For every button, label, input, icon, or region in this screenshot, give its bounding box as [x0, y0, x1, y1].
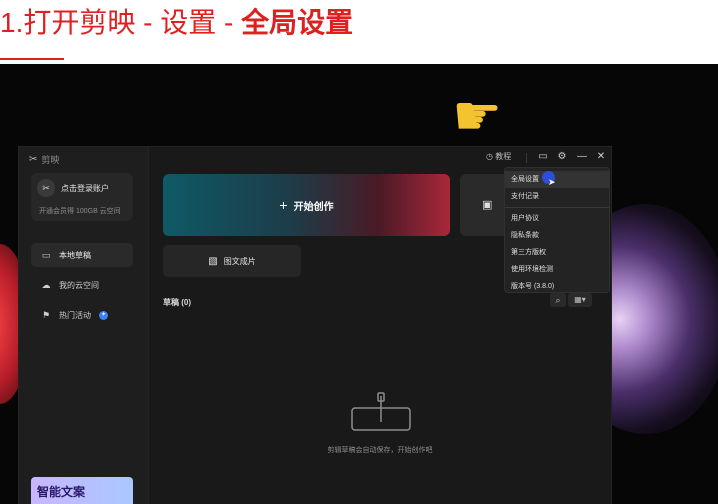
app-logo-text: 剪映 — [41, 155, 60, 165]
view-toggle-icon[interactable]: ▦▾ — [568, 293, 592, 307]
close-icon[interactable]: ✕ — [594, 150, 608, 164]
template-icon: ▣ — [482, 199, 493, 211]
drafts-title: 草稿 (0) — [163, 298, 191, 307]
sidebar-item-cloud-space[interactable]: ☁ 我的云空间 — [31, 273, 133, 297]
menu-item-environment-check[interactable]: 使用环境检测 — [505, 261, 609, 278]
flag-icon: ⚑ — [41, 309, 51, 320]
menu-item-payment-records[interactable]: 支付记录 — [505, 188, 609, 205]
tutorial-help-button[interactable]: ◷ 教程 — [486, 151, 511, 162]
smart-copy-banner[interactable]: 智能文案 — [31, 477, 133, 504]
tutorial-title: 1.打开剪映 - 设置 - 全局设置 — [0, 6, 353, 40]
app-logo: ✂ 剪映 — [29, 153, 59, 166]
promo-banner-text: 智能文案 — [37, 485, 86, 499]
pointing-hand-icon: ☛ — [452, 84, 503, 147]
jianying-logo-icon: ✂ — [29, 154, 38, 165]
tutorial-title-plain: 1.打开剪映 - 设置 - — [0, 7, 242, 38]
sidebar-item-label: 本地草稿 — [59, 250, 91, 260]
cloud-icon: ☁ — [41, 279, 51, 290]
search-icon[interactable]: ⌕ — [550, 293, 566, 307]
plus-icon: + — [279, 197, 288, 213]
titlebar-divider — [526, 153, 527, 163]
menu-item-version[interactable]: 版本号 (3.8.0) — [505, 278, 609, 295]
mouse-cursor-icon: ➤ — [548, 177, 556, 187]
title-underline — [0, 58, 64, 60]
image-text-icon: ▧ — [208, 255, 218, 267]
login-link[interactable]: 点击登录账户 — [61, 183, 109, 194]
menu-item-global-settings[interactable]: 全局设置 — [505, 171, 609, 188]
menu-divider — [505, 207, 609, 208]
image-to-video-button[interactable]: ▧ 图文成片 — [163, 245, 301, 277]
tutorial-title-bold: 全局设置 — [241, 7, 354, 38]
settings-dropdown-menu: 全局设置 支付记录 用户协议 隐私条款 第三方版权 使用环境检测 版本号 (3.… — [504, 167, 610, 293]
help-icon: ◷ — [486, 152, 493, 161]
cloud-space-promo[interactable]: 开通会员得 100GB 云空间 — [39, 206, 121, 216]
minimize-icon[interactable]: — — [575, 150, 589, 164]
empty-drafts-text: 剪辑草稿会自动保存，开始创作吧 — [327, 447, 433, 454]
menu-item-user-agreement[interactable]: 用户协议 — [505, 210, 609, 227]
image-to-video-label: 图文成片 — [223, 256, 256, 266]
tutorial-header: 1.打开剪映 - 设置 - 全局设置 — [0, 0, 718, 64]
sidebar-item-label: 我的云空间 — [59, 280, 99, 290]
sidebar-item-local-drafts[interactable]: ▭ 本地草稿 — [31, 243, 133, 267]
start-create-button[interactable]: + 开始创作 — [163, 174, 450, 236]
start-create-label: 开始创作 — [293, 201, 334, 213]
sidebar-item-hot-events[interactable]: ⚑ 热门活动 ✦ — [31, 303, 133, 327]
menu-item-privacy-policy[interactable]: 隐私条款 — [505, 227, 609, 244]
menu-item-third-party-copyright[interactable]: 第三方版权 — [505, 244, 609, 261]
sidebar: ✂ 剪映 ✂ 点击登录账户 开通会员得 100GB 云空间 ▭ 本地草稿 ☁ 我… — [19, 147, 149, 504]
settings-gear-icon[interactable]: ⚙ — [555, 150, 569, 164]
account-card[interactable]: ✂ 点击登录账户 开通会员得 100GB 云空间 — [31, 173, 133, 221]
feedback-icon[interactable]: ▭ — [536, 150, 550, 164]
help-label: 教程 — [495, 152, 512, 161]
folder-icon: ▭ — [41, 249, 51, 260]
sidebar-item-label: 热门活动 — [59, 310, 91, 320]
new-badge: ✦ — [99, 310, 108, 320]
empty-drafts-icon — [351, 392, 411, 431]
avatar[interactable]: ✂ — [37, 179, 55, 197]
